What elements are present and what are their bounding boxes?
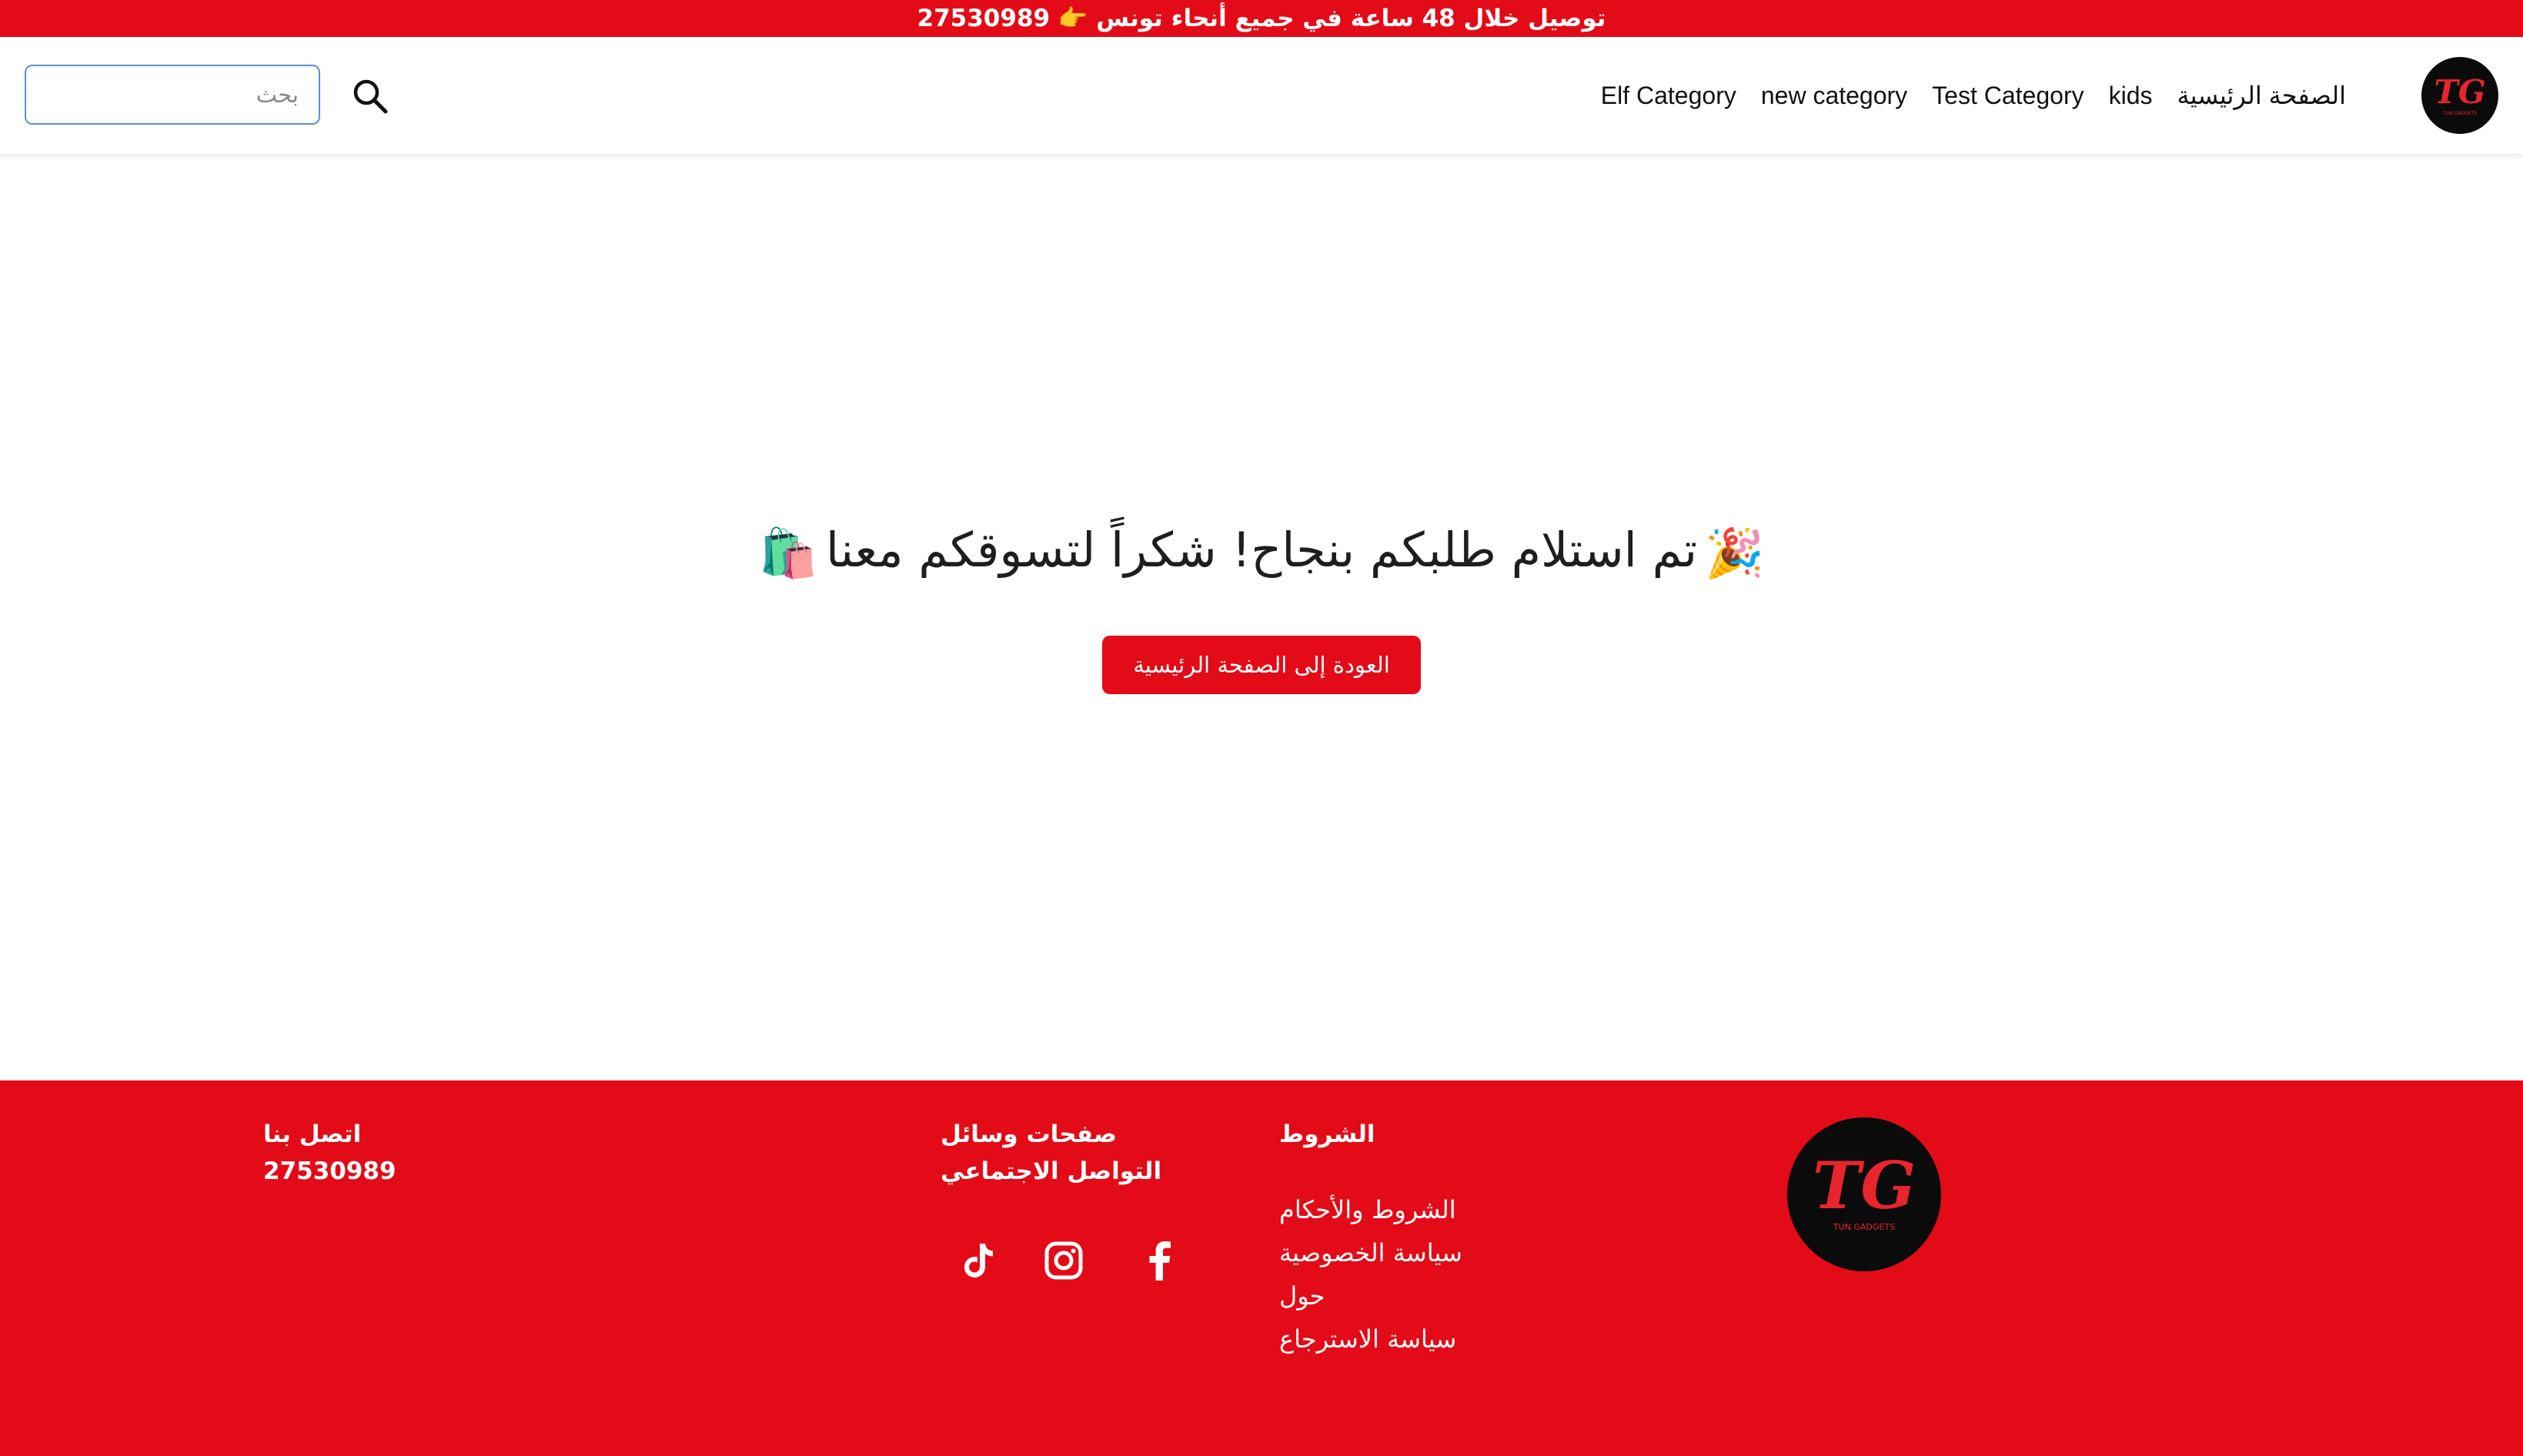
terms-links-list: الشروط والأحكام سياسة الخصوصية حول سياسة… [1279,1188,1510,1361]
terms-link-returns[interactable]: سياسة الاسترجاع [1279,1317,1510,1361]
footer-logo-subtitle: TUN GADGETS [1833,1222,1895,1232]
logo-subtitle: TUN GADGETS [2442,111,2477,116]
confirmation-text: تم استلام طلبكم بنجاح! شكراً لتسوقكم معن… [825,522,1698,578]
instagram-icon [1044,1241,1083,1280]
party-popper-icon: 🎉 [1705,524,1765,581]
nav-item-new-category[interactable]: new category [1761,82,1907,110]
terms-link-privacy[interactable]: سياسة الخصوصية [1279,1231,1510,1274]
tiktok-link[interactable] [957,1239,1001,1282]
announcement-text: توصيل خلال 48 ساعة في جميع أنحاء تونس 👉 … [917,5,1606,32]
nav-item-test-category[interactable]: Test Category [1932,82,2084,110]
main-content: 🎉تم استلام طلبكم بنجاح! شكراً لتسوقكم مع… [0,154,2523,1080]
search-icon [353,79,388,114]
header-logo[interactable]: TG TUN GADGETS [2421,57,2498,134]
terms-link-about[interactable]: حول [1279,1274,1510,1317]
order-confirmation-message: 🎉تم استلام طلبكم بنجاح! شكراً لتسوقكم مع… [0,522,2523,582]
site-footer: TG TUN GADGETS الشروط الشروط والأحكام سي… [0,1080,2523,1456]
nav-item-kids[interactable]: kids [2109,82,2153,110]
social-heading: صفحات وسائل التواصل الاجتماعي [941,1120,1162,1185]
footer-logo-letters: TG [1813,1147,1916,1224]
brand-logo-icon: TG TUN GADGETS [2434,73,2485,116]
contact-phone[interactable]: 27530989 [263,1153,396,1190]
back-to-home-button[interactable]: العودة إلى الصفحة الرئيسية [1102,636,1421,694]
tiktok-icon [964,1244,993,1277]
facebook-icon [1149,1241,1171,1281]
terms-link-conditions[interactable]: الشروط والأحكام [1279,1188,1510,1231]
terms-heading: الشروط [1279,1120,1375,1148]
search-input[interactable] [25,65,320,125]
instagram-link[interactable] [1042,1239,1085,1282]
site-header: الصفحة الرئيسية kids Test Category new c… [0,37,2523,155]
brand-logo-icon: TG TUN GADGETS [1813,1147,1916,1232]
search-button[interactable] [348,74,393,119]
footer-logo[interactable]: TG TUN GADGETS [1787,1117,1941,1271]
nav-item-home[interactable]: الصفحة الرئيسية [2177,81,2347,110]
contact-heading: اتصل بنا [263,1120,362,1148]
main-nav: الصفحة الرئيسية kids Test Category new c… [1601,37,2346,154]
logo-letters: TG [2434,73,2485,111]
announcement-bar: توصيل خلال 48 ساعة في جميع أنحاء تونس 👉 … [0,0,2523,37]
shopping-bags-icon: 🛍️ [758,524,818,581]
facebook-link[interactable] [1138,1239,1181,1282]
nav-item-elf-category[interactable]: Elf Category [1601,82,1736,110]
